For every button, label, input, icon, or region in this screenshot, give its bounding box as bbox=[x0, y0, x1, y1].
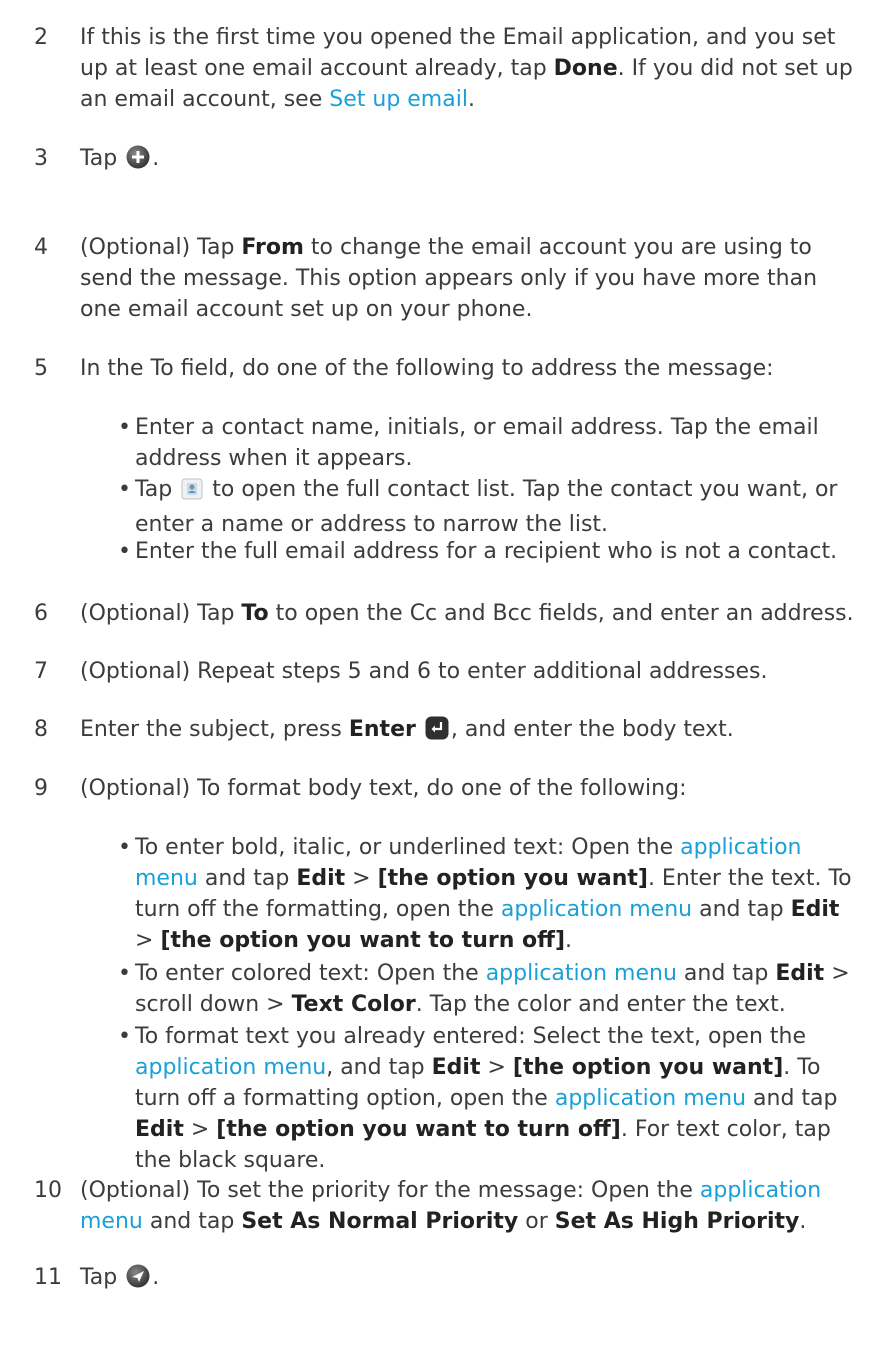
bullet-dot: • bbox=[118, 1024, 131, 1049]
step-number: 7 bbox=[34, 659, 48, 684]
step-text: Tap . bbox=[80, 143, 860, 178]
step-number: 9 bbox=[34, 776, 48, 801]
bullet-dot: • bbox=[118, 539, 131, 564]
send-icon bbox=[126, 1264, 150, 1297]
step-number: 2 bbox=[34, 25, 48, 50]
step-text: (Optional) Tap From to change the email … bbox=[80, 235, 818, 322]
step-number: 3 bbox=[34, 146, 48, 171]
application-menu-link[interactable]: application menu bbox=[501, 897, 692, 922]
bullet-dot: • bbox=[118, 961, 131, 986]
step-text: Enter the subject, press Enter , and ent… bbox=[80, 714, 860, 749]
step-text: (Optional) To format body text, do one o… bbox=[80, 776, 687, 801]
step-text: If this is the first time you opened the… bbox=[80, 25, 853, 112]
application-menu-link[interactable]: application menu bbox=[135, 1055, 326, 1080]
bullet-dot: • bbox=[118, 415, 131, 440]
enter-key-icon bbox=[425, 716, 449, 749]
step-text: Tap . bbox=[80, 1262, 860, 1297]
step-text: (Optional) Repeat steps 5 and 6 to enter… bbox=[80, 659, 768, 684]
step-number: 4 bbox=[34, 235, 48, 260]
step-number: 8 bbox=[34, 717, 48, 742]
step-text: In the To field, do one of the following… bbox=[80, 356, 774, 381]
step-text: (Optional) To set the priority for the m… bbox=[80, 1178, 822, 1234]
set-up-email-link[interactable]: Set up email bbox=[329, 87, 468, 112]
step-number: 5 bbox=[34, 356, 48, 381]
application-menu-link[interactable]: application menu bbox=[486, 961, 677, 986]
bullet-dot: • bbox=[118, 477, 131, 502]
step-number: 11 bbox=[34, 1265, 62, 1290]
step-text: (Optional) Tap To to open the Cc and Bcc… bbox=[80, 601, 854, 626]
application-menu-link[interactable]: application menu bbox=[555, 1086, 746, 1111]
step-number: 10 bbox=[34, 1178, 62, 1203]
new-message-plus-icon bbox=[126, 145, 150, 178]
bullet-dot: • bbox=[118, 835, 131, 860]
contacts-icon bbox=[181, 478, 203, 509]
step-number: 6 bbox=[34, 601, 48, 626]
